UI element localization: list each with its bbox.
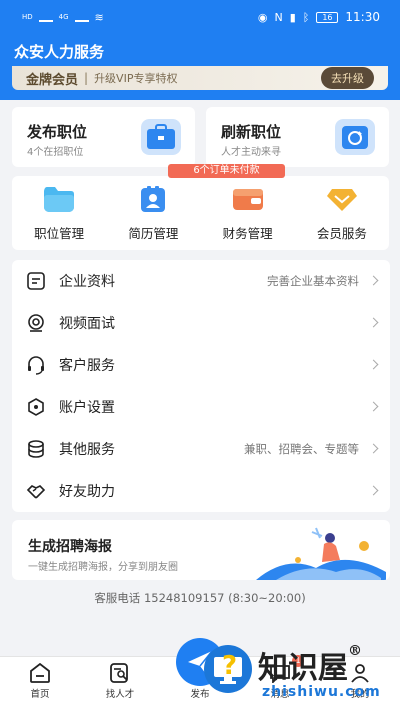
status-bar: HD 4G ≋ ◉ N ▮ ᛒ 16 11:30	[0, 0, 400, 34]
signal-icon	[74, 12, 89, 22]
customer-service-phone[interactable]: 客服电话 15248109157 (8:30~20:00)	[0, 590, 400, 606]
network-type-1: HD	[22, 13, 33, 21]
grid-label: 会员服务	[316, 226, 367, 241]
chevron-right-icon	[368, 275, 379, 286]
grid-label: 财务管理	[222, 226, 273, 241]
headset-icon	[28, 355, 44, 375]
bluetooth-icon: ᛒ	[302, 10, 310, 24]
refresh-icon	[335, 119, 375, 155]
menu-item-company-info[interactable]: 企业资料 完善企业基本资料	[12, 260, 390, 301]
search-resume-icon	[110, 663, 128, 683]
grid-label: 职位管理	[34, 226, 85, 241]
menu-label: 账户设置	[59, 399, 115, 416]
poster-title: 生成招聘海报	[28, 539, 112, 555]
menu-label: 企业资料	[59, 273, 115, 290]
menu-item-other-services[interactable]: 其他服务 兼职、招聘会、专题等	[12, 428, 390, 469]
camera-icon	[28, 313, 44, 332]
resume-icon	[141, 186, 166, 212]
upgrade-button[interactable]: 去升级	[321, 67, 374, 89]
management-grid: 职位管理 简历管理 财务管理 会员服务	[12, 176, 389, 250]
site-watermark: ? 知识屋® zhishiwu.com	[200, 643, 400, 711]
post-job-title: 发布职位	[27, 123, 88, 141]
vip-banner[interactable]: 金牌会员 | 升级VIP专享特权 去升级	[12, 66, 388, 90]
poster-subtitle: 一键生成招聘海报，分享到朋友圈	[28, 562, 178, 573]
chevron-right-icon	[368, 485, 379, 496]
menu-label: 好友助力	[59, 483, 115, 500]
battery-icon: 16	[316, 11, 339, 23]
diamond-icon	[326, 189, 357, 211]
poster-illustration	[256, 527, 386, 580]
tab-home[interactable]: 首页	[0, 657, 80, 711]
recruit-poster-card[interactable]: 生成招聘海报 一键生成招聘海报，分享到朋友圈	[12, 520, 390, 580]
clock: 11:30	[345, 10, 380, 24]
tab-label: 首页	[30, 689, 50, 700]
eye-icon: ◉	[257, 10, 268, 24]
grid-item-member-service[interactable]: 会员服务	[295, 176, 389, 250]
settings-icon	[28, 397, 44, 416]
database-icon	[28, 439, 44, 458]
settings-menu: 企业资料 完善企业基本资料 视频面试 客户服务 账户设置 其他服务 兼职、招聘会…	[12, 260, 390, 512]
briefcase-icon	[141, 119, 181, 155]
wifi-icon: ≋	[94, 10, 104, 24]
chevron-right-icon	[368, 443, 379, 454]
grid-item-resume-management[interactable]: 简历管理	[106, 176, 200, 250]
vip-title: 金牌会员	[26, 72, 79, 88]
chevron-right-icon	[368, 359, 379, 370]
home-icon	[30, 663, 50, 683]
signal-icon	[38, 12, 53, 22]
folder-icon	[44, 187, 75, 212]
refresh-job-title: 刷新职位	[221, 123, 282, 141]
tab-label: 找人才	[105, 689, 135, 700]
vip-separator: |	[84, 71, 89, 85]
menu-item-friend-help[interactable]: 好友助力	[12, 470, 390, 511]
menu-item-account-settings[interactable]: 账户设置	[12, 386, 390, 427]
document-icon	[27, 271, 45, 290]
refresh-job-subtitle: 人才主动来寻	[221, 147, 281, 158]
wallet-icon	[232, 189, 263, 210]
chevron-right-icon	[368, 401, 379, 412]
menu-note: 完善企业基本资料	[267, 273, 359, 288]
grid-label: 简历管理	[128, 226, 179, 241]
grid-item-finance-management[interactable]: 财务管理	[201, 176, 295, 250]
menu-note: 兼职、招聘会、专题等	[244, 441, 359, 456]
menu-label: 其他服务	[59, 441, 115, 458]
handshake-icon	[26, 484, 46, 498]
unpaid-orders-badge[interactable]: 6个订单未付款	[168, 164, 285, 178]
chevron-right-icon	[368, 317, 379, 328]
grid-item-job-management[interactable]: 职位管理	[12, 176, 106, 250]
network-type-2: 4G	[58, 13, 69, 21]
menu-label: 视频面试	[59, 315, 115, 332]
watermark-question-mark: ?	[222, 651, 238, 681]
post-job-card[interactable]: 发布职位 4个在招职位	[12, 107, 195, 167]
watermark-text: 知识屋®	[258, 643, 362, 686]
watermark-domain: zhishiwu.com	[262, 684, 381, 700]
vip-subtitle: 升级VIP专享特权	[94, 72, 178, 85]
menu-item-customer-service[interactable]: 客户服务	[12, 344, 390, 385]
menu-label: 客户服务	[59, 357, 115, 374]
post-job-subtitle: 4个在招职位	[27, 147, 84, 158]
nfc-icon: N	[274, 10, 283, 24]
menu-item-video-interview[interactable]: 视频面试	[12, 302, 390, 343]
vibrate-icon: ▮	[289, 10, 296, 24]
tab-find-talent[interactable]: 找人才	[80, 657, 160, 711]
refresh-job-card[interactable]: 刷新职位 人才主动来寻	[206, 107, 389, 167]
app-title: 众安人力服务	[14, 43, 105, 61]
